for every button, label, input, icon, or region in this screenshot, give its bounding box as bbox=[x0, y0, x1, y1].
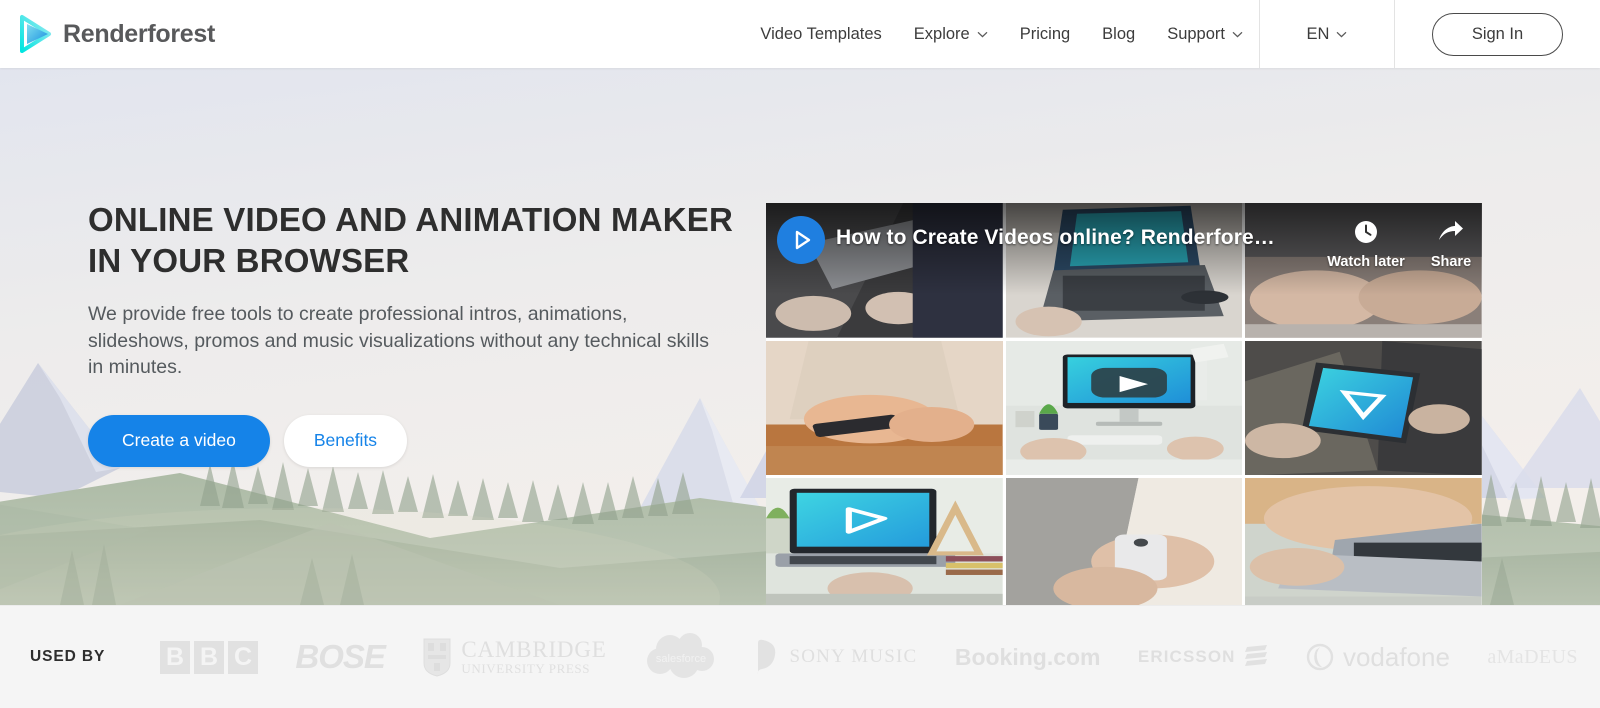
nav-item-blog[interactable]: Blog bbox=[1086, 0, 1151, 68]
nav-label: Explore bbox=[913, 24, 970, 43]
video-tile bbox=[766, 340, 1003, 476]
video-tile bbox=[1005, 478, 1243, 605]
brand-logo-booking: Booking.com bbox=[955, 634, 1101, 680]
chevron-down-icon bbox=[977, 31, 988, 38]
nav-item-explore[interactable]: Explore bbox=[898, 0, 1004, 68]
nav-item-support[interactable]: Support bbox=[1151, 0, 1259, 68]
brand-logo-bbc: B B C bbox=[160, 634, 258, 680]
chevron-down-icon bbox=[1336, 31, 1347, 38]
chevron-down-icon bbox=[1232, 31, 1243, 38]
nav-label: Pricing bbox=[1019, 24, 1071, 43]
video-player-embed[interactable]: How to Create Videos online? Renderfore…… bbox=[766, 203, 1482, 605]
video-tile-laptop-play bbox=[766, 478, 1003, 605]
benefits-button[interactable]: Benefits bbox=[283, 414, 408, 467]
used-by-bar: USED BY B B C BOSE CAMBRIDGE UNIVERSITY … bbox=[0, 605, 1600, 708]
video-tile bbox=[1245, 340, 1482, 476]
clock-icon bbox=[1306, 215, 1426, 249]
play-triangle-logo-icon bbox=[18, 14, 54, 54]
ericsson-wave-icon bbox=[1244, 644, 1269, 670]
brand-logo-list: B B C BOSE CAMBRIDGE UNIVERSITY PRESS sa… bbox=[160, 631, 1600, 683]
create-a-video-button[interactable]: Create a video bbox=[88, 414, 270, 467]
brand-logo-cambridge: CAMBRIDGE UNIVERSITY PRESS bbox=[422, 634, 606, 680]
used-by-label: USED BY bbox=[30, 648, 106, 665]
video-tile bbox=[1245, 478, 1482, 605]
brand-logo[interactable]: Renderforest bbox=[18, 0, 215, 68]
cambridge-crest-icon bbox=[422, 637, 452, 677]
share-button[interactable]: Share bbox=[1416, 215, 1482, 270]
play-circle-icon[interactable] bbox=[777, 216, 825, 264]
language-selector[interactable]: EN bbox=[1260, 0, 1394, 68]
bbc-icon: B B C bbox=[160, 640, 258, 674]
sony-swirl-icon bbox=[755, 637, 781, 677]
main-navigation: Video Templates Explore Pricing Blog Sup… bbox=[744, 0, 1600, 68]
nav-label: Blog bbox=[1102, 24, 1136, 43]
nav-label: Video Templates bbox=[760, 24, 882, 43]
site-header: Renderforest Video Templates Explore Pri… bbox=[0, 0, 1600, 68]
bbc-letter: B bbox=[160, 640, 190, 674]
landing-page: Renderforest Video Templates Explore Pri… bbox=[0, 0, 1600, 708]
svg-text:salesforce: salesforce bbox=[656, 653, 706, 665]
language-label: EN bbox=[1306, 24, 1330, 43]
brand-logo-amadeus: aMaDEUS bbox=[1487, 634, 1578, 680]
amadeus-wordmark: aMaDEUS bbox=[1487, 645, 1578, 668]
share-arrow-icon bbox=[1416, 215, 1482, 249]
nav-label: Support bbox=[1167, 24, 1225, 43]
share-label: Share bbox=[1430, 254, 1472, 270]
hero-subcopy: We provide free tools to create professi… bbox=[88, 303, 710, 378]
sign-in-button[interactable]: Sign In bbox=[1432, 12, 1563, 56]
video-tile-imac-play bbox=[1005, 340, 1243, 476]
nav-item-pricing[interactable]: Pricing bbox=[1004, 0, 1086, 68]
brand-logo-sony-music: SONY MUSIC bbox=[755, 634, 917, 680]
sony-music-wordmark: SONY MUSIC bbox=[789, 646, 918, 667]
booking-wordmark: Booking.com bbox=[954, 643, 1101, 670]
nav-item-video-templates[interactable]: Video Templates bbox=[744, 0, 897, 68]
bose-wordmark: BOSE bbox=[295, 638, 386, 675]
vodafone-quotemark-icon bbox=[1306, 643, 1334, 671]
cambridge-wordmark: CAMBRIDGE bbox=[461, 637, 607, 663]
brand-logo-bose: BOSE bbox=[295, 634, 386, 680]
vodafone-wordmark: vodafone bbox=[1342, 641, 1450, 672]
video-title[interactable]: How to Create Videos online? Renderfore… bbox=[836, 226, 1275, 250]
page-title: ONLINE VIDEO AND ANIMATION MAKER IN YOUR… bbox=[88, 201, 734, 279]
brand-logo-ericsson: ERICSSON bbox=[1138, 634, 1269, 680]
hero-copy: ONLINE VIDEO AND ANIMATION MAKER IN YOUR… bbox=[88, 199, 748, 467]
watch-later-button[interactable]: Watch later bbox=[1306, 215, 1426, 270]
brand-logo-vodafone: vodafone bbox=[1306, 634, 1450, 680]
salesforce-cloud-icon: salesforce bbox=[644, 631, 718, 683]
cambridge-subtitle: UNIVERSITY PRESS bbox=[461, 661, 591, 677]
bbc-letter: C bbox=[228, 640, 258, 674]
watch-later-label: Watch later bbox=[1327, 254, 1405, 270]
sign-in-container: Sign In bbox=[1395, 0, 1600, 68]
brand-logo-salesforce: salesforce bbox=[644, 631, 718, 683]
ericsson-wordmark: ERICSSON bbox=[1137, 647, 1236, 666]
brand-name: Renderforest bbox=[63, 19, 215, 48]
bbc-letter: B bbox=[194, 640, 224, 674]
hero-section: ONLINE VIDEO AND ANIMATION MAKER IN YOUR… bbox=[0, 68, 1600, 605]
hero-cta-row: Create a video Benefits bbox=[88, 414, 748, 467]
